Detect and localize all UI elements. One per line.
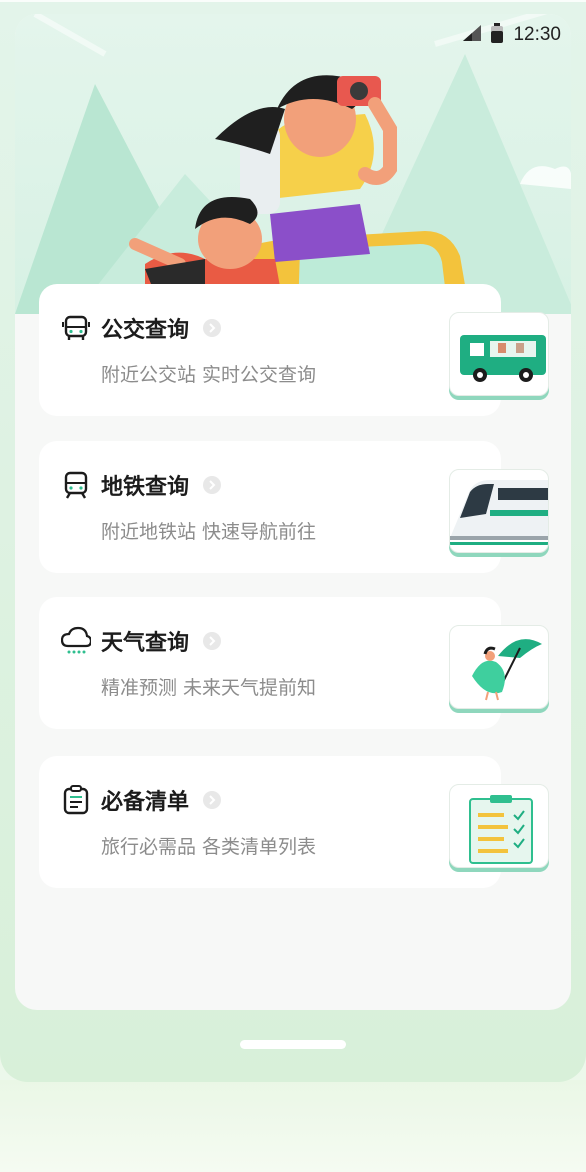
app-screen: 12:30 公交查询 附近公交站 实时公交查询 地铁查询 附近地铁站 快速导航前… [15, 14, 571, 1010]
cloud-icon [61, 626, 91, 656]
bus-illustration[interactable] [449, 312, 549, 396]
clipboard-icon [61, 785, 91, 815]
bus-icon [61, 313, 91, 343]
train-illustration[interactable] [449, 469, 549, 553]
chevron-right-icon [203, 791, 222, 809]
weather-query-card[interactable]: 天气查询 精准预测 未来天气提前知 [39, 597, 501, 729]
card-subtitle: 精准预测 未来天气提前知 [101, 677, 317, 699]
card-title: 地铁查询 [101, 475, 190, 500]
background-bottom [0, 1080, 586, 1172]
card-title: 必备清单 [101, 790, 190, 815]
card-subtitle: 附近公交站 实时公交查询 [101, 364, 317, 386]
battery-icon [491, 23, 504, 47]
chevron-right-icon [203, 632, 222, 650]
card-subtitle: 旅行必需品 各类清单列表 [101, 836, 317, 858]
checklist-card[interactable]: 必备清单 旅行必需品 各类清单列表 [39, 756, 501, 888]
chevron-right-icon [203, 476, 222, 494]
checklist-illustration[interactable] [449, 784, 549, 868]
metro-icon [61, 470, 91, 500]
chevron-right-icon [203, 319, 222, 337]
card-title: 天气查询 [101, 631, 190, 656]
status-time: 12:30 [513, 24, 561, 45]
phone-frame: 12:30 公交查询 附近公交站 实时公交查询 地铁查询 附近地铁站 快速导航前… [0, 0, 586, 1082]
umbrella-illustration[interactable] [449, 625, 549, 709]
metro-query-card[interactable]: 地铁查询 附近地铁站 快速导航前往 [39, 441, 501, 573]
card-title: 公交查询 [101, 318, 190, 343]
status-bar: 12:30 [463, 22, 561, 48]
card-subtitle: 附近地铁站 快速导航前往 [101, 521, 317, 543]
hero-banner: 12:30 [15, 14, 571, 314]
signal-icon [463, 25, 482, 45]
home-indicator[interactable] [240, 1040, 346, 1049]
bus-query-card[interactable]: 公交查询 附近公交站 实时公交查询 [39, 284, 501, 416]
hero-illustration [15, 14, 571, 314]
